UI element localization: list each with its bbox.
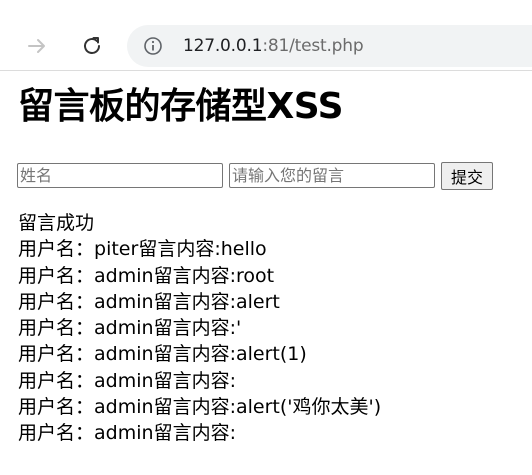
message-content: alert(1) xyxy=(235,343,307,366)
list-item: 用户名：admin留言内容:alert(1) xyxy=(18,341,381,367)
content-prefix: 留言内容: xyxy=(153,369,236,392)
name-input[interactable] xyxy=(17,163,223,188)
submit-button[interactable]: 提交 xyxy=(441,162,493,190)
user-prefix: 用户名： xyxy=(18,264,95,287)
page-content: 留言板的存储型XSS 提交 留言成功 用户名：piter留言内容:hello 用… xyxy=(0,71,532,475)
user-prefix: 用户名： xyxy=(18,290,95,313)
arrow-right-icon xyxy=(28,39,45,53)
user-prefix: 用户名： xyxy=(18,317,95,340)
reload-icon xyxy=(84,37,100,54)
content-prefix: 留言内容: xyxy=(153,290,236,313)
url-path: :81/test.php xyxy=(262,36,364,56)
message-list: 留言成功 用户名：piter留言内容:hello 用户名：admin留言内容:r… xyxy=(18,210,381,447)
list-item: 用户名：admin留言内容:alert('鸡你太美') xyxy=(18,394,381,420)
reload-button[interactable] xyxy=(75,29,109,63)
message-content: alert('鸡你太美') xyxy=(235,396,382,419)
message-content: hello xyxy=(220,238,267,261)
content-prefix: 留言内容: xyxy=(153,317,236,340)
url-text[interactable]: 127.0.0.1:81/test.php xyxy=(183,35,364,57)
user-prefix: 用户名： xyxy=(18,422,95,445)
list-item: 用户名：admin留言内容: xyxy=(18,420,381,446)
url-host: 127.0.0.1 xyxy=(183,36,263,56)
user-name: admin xyxy=(94,369,154,392)
user-name: admin xyxy=(94,264,154,287)
page-title: 留言板的存储型XSS xyxy=(18,86,344,127)
message-content: root xyxy=(235,264,275,287)
list-item: 用户名：admin留言内容:root xyxy=(18,263,381,289)
address-bar[interactable]: 127.0.0.1:81/test.php xyxy=(127,25,532,67)
user-name: admin xyxy=(94,396,154,419)
user-name: admin xyxy=(94,317,154,340)
list-item: 用户名：admin留言内容:' xyxy=(18,315,381,341)
status-text: 留言成功 xyxy=(18,212,95,234)
user-prefix: 用户名： xyxy=(18,396,95,419)
info-icon[interactable] xyxy=(143,36,163,56)
list-item: 用户名：admin留言内容:alert xyxy=(18,289,381,315)
browser-toolbar: 127.0.0.1:81/test.php xyxy=(0,0,532,71)
user-prefix: 用户名： xyxy=(18,238,95,261)
user-name: piter xyxy=(94,238,139,261)
user-prefix: 用户名： xyxy=(18,343,95,366)
message-input[interactable] xyxy=(229,163,435,188)
user-name: admin xyxy=(94,290,154,313)
content-prefix: 留言内容: xyxy=(138,238,221,261)
content-prefix: 留言内容: xyxy=(153,343,236,366)
user-name: admin xyxy=(94,422,154,445)
message-content: ' xyxy=(235,317,242,340)
list-item: 用户名：piter留言内容:hello xyxy=(18,236,381,262)
message-content: alert xyxy=(235,290,280,313)
content-prefix: 留言内容: xyxy=(153,396,236,419)
user-prefix: 用户名： xyxy=(18,369,95,392)
content-prefix: 留言内容: xyxy=(153,422,236,445)
user-name: admin xyxy=(94,343,154,366)
list-item: 用户名：admin留言内容: xyxy=(18,368,381,394)
forward-button[interactable] xyxy=(20,29,54,63)
content-prefix: 留言内容: xyxy=(153,264,236,287)
